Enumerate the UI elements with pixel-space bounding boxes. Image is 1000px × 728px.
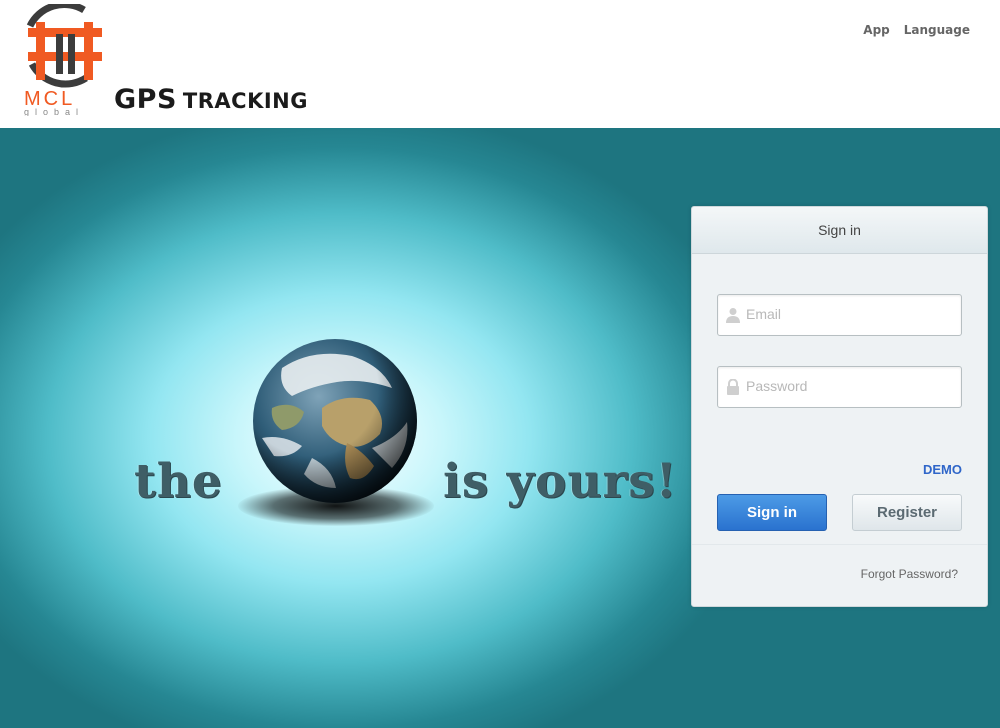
signin-title: Sign in — [692, 207, 987, 254]
logo-subtext: global — [24, 107, 84, 116]
user-icon — [726, 308, 740, 323]
email-field[interactable] — [717, 294, 962, 336]
email-input[interactable] — [746, 295, 951, 333]
brand-title: GPS TRACKING — [114, 84, 308, 115]
nav-app-link[interactable]: App — [863, 23, 889, 37]
password-input[interactable] — [746, 367, 951, 405]
forgot-password-link[interactable]: Forgot Password? — [861, 567, 958, 581]
slogan-is-yours: is yours! — [443, 454, 678, 509]
brand-gps: GPS — [114, 84, 177, 115]
brand-tracking: TRACKING — [182, 89, 308, 113]
signin-footer: Forgot Password? — [692, 544, 987, 607]
demo-link[interactable]: DEMO — [923, 462, 962, 477]
password-field[interactable] — [717, 366, 962, 408]
earth-globe-image — [253, 339, 417, 503]
slogan-the: the — [134, 454, 223, 509]
signin-button[interactable]: Sign in — [717, 494, 827, 531]
register-button[interactable]: Register — [852, 494, 962, 531]
mcl-global-logo[interactable]: MCL global — [22, 4, 112, 116]
signin-panel: Sign in DEMO Sign in Register Forgot Pas… — [691, 206, 988, 607]
header: MCL global GPS TRACKING App Language — [0, 0, 1000, 128]
nav-language-link[interactable]: Language — [904, 23, 970, 37]
lock-icon — [727, 379, 739, 395]
top-nav: App Language — [863, 23, 970, 37]
